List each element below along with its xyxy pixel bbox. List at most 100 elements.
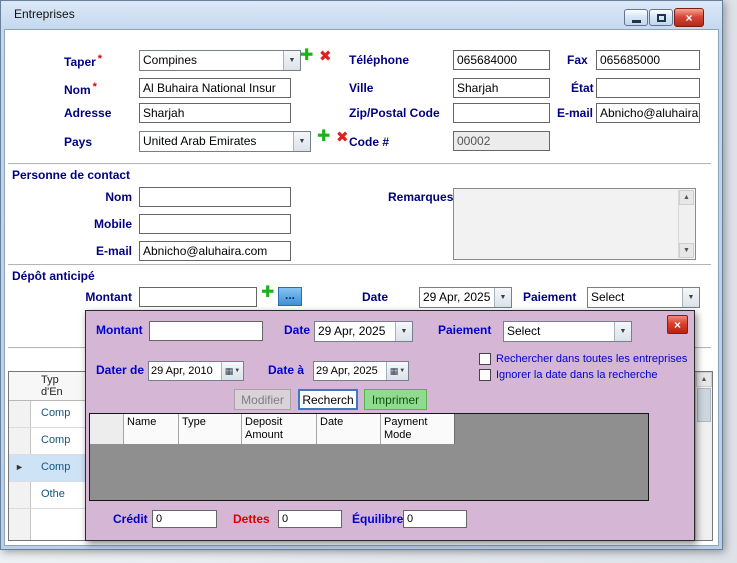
paiement-label: Paiement: [523, 290, 576, 304]
deposit-date-value: 29 Apr, 2025: [420, 288, 494, 307]
contact-mobile-field[interactable]: [139, 214, 291, 234]
contact-nom-field[interactable]: [139, 187, 291, 207]
dialog-montant-field[interactable]: [149, 321, 263, 341]
dettes-field[interactable]: 0: [278, 510, 342, 528]
delete-type-icon[interactable]: ✖: [319, 49, 332, 64]
dialog-montant-label: Montant: [96, 323, 143, 337]
chevron-down-icon: ▼: [399, 368, 405, 374]
fax-label: Fax: [567, 53, 588, 67]
add-deposit-icon[interactable]: ✚: [261, 285, 274, 301]
adresse-label: Adresse: [64, 106, 111, 120]
deposit-date-label: Date: [362, 290, 388, 304]
contact-section-title: Personne de contact: [12, 168, 130, 182]
table-header-deposit-amount[interactable]: Deposit Amount: [242, 414, 317, 444]
etat-label: État: [571, 81, 594, 95]
calendar-icon[interactable]: ▦▼: [386, 362, 408, 380]
remarques-textarea[interactable]: ▲ ▼: [453, 188, 696, 260]
required-asterisk: *: [98, 53, 102, 65]
table-header-name[interactable]: Name: [124, 414, 179, 444]
email-field[interactable]: Abnicho@aluhaira.com: [596, 103, 700, 123]
grid-type-column-header[interactable]: Typ d'En: [41, 374, 63, 398]
scroll-up-icon[interactable]: ▲: [696, 372, 712, 387]
section-divider: [8, 163, 711, 165]
desktop: Entreprises × Taper* Compines ▼ ✚ ✖ Télé…: [0, 0, 737, 563]
checkbox-box[interactable]: [479, 353, 491, 365]
table-header-date[interactable]: Date: [317, 414, 381, 444]
checkbox-all-companies-label: Rechercher dans toutes les entreprises: [496, 353, 687, 365]
add-type-icon[interactable]: ✚: [300, 48, 313, 64]
pays-select[interactable]: United Arab Emirates ▼: [139, 131, 311, 152]
maximize-icon: [657, 14, 666, 22]
fax-field[interactable]: 065685000: [596, 50, 700, 70]
deposit-search-dialog: × Montant Date 29 Apr, 2025 ▼ Paiement S…: [85, 310, 695, 541]
date-a-picker[interactable]: 29 Apr, 2025 ▦▼: [313, 361, 409, 381]
scrollbar-thumb[interactable]: [697, 388, 711, 422]
pays-select-value: United Arab Emirates: [140, 132, 293, 151]
browse-deposits-button[interactable]: ...: [278, 287, 302, 306]
taper-label: Taper*: [64, 53, 102, 69]
date-a-label: Date à: [268, 363, 304, 377]
modifier-button: Modifier: [234, 389, 291, 410]
dialog-paiement-value: Select: [504, 322, 614, 341]
ville-label: Ville: [349, 81, 373, 95]
grid-scrollbar[interactable]: ▲: [695, 372, 712, 540]
ville-field[interactable]: Sharjah: [453, 78, 550, 98]
code-label: Code #: [349, 135, 389, 149]
chevron-down-icon: ▼: [293, 132, 310, 151]
checkbox-all-companies[interactable]: Rechercher dans toutes les entreprises: [479, 353, 687, 365]
table-header-payment-mode[interactable]: Payment Mode: [381, 414, 455, 444]
etat-field[interactable]: [596, 78, 700, 98]
remarques-scrollbar[interactable]: ▲ ▼: [678, 190, 694, 258]
contact-email-field[interactable]: Abnicho@aluhaira.com: [139, 241, 291, 261]
nom-field[interactable]: Al Buhaira National Insur: [139, 78, 291, 98]
zip-field[interactable]: [453, 103, 550, 123]
dialog-paiement-select[interactable]: Select ▼: [503, 321, 632, 342]
add-country-icon[interactable]: ✚: [317, 129, 330, 145]
telephone-label: Téléphone: [349, 53, 409, 67]
contact-mobile-label: Mobile: [58, 217, 132, 231]
remarques-label: Remarques: [388, 190, 453, 204]
paiement-select[interactable]: Select ▼: [587, 287, 700, 308]
minimize-button[interactable]: [624, 9, 648, 26]
recherch-button[interactable]: Recherch: [298, 389, 358, 410]
code-field: 00002: [453, 131, 550, 151]
required-asterisk: *: [93, 81, 97, 93]
calendar-icon[interactable]: ▦▼: [221, 362, 243, 380]
imprimer-button[interactable]: Imprimer: [364, 389, 427, 410]
date-a-value: 29 Apr, 2025: [314, 362, 386, 380]
scroll-up-icon[interactable]: ▲: [679, 190, 694, 205]
contact-email-label: E-mail: [58, 244, 132, 258]
pays-label: Pays: [64, 135, 92, 149]
chevron-down-icon: ▼: [682, 288, 699, 307]
deposit-section-title: Dépôt anticipé: [12, 269, 95, 283]
checkbox-box[interactable]: [479, 369, 491, 381]
telephone-field[interactable]: 065684000: [453, 50, 550, 70]
scroll-down-icon[interactable]: ▼: [679, 243, 694, 258]
checkbox-ignore-date[interactable]: Ignorer la date dans la recherche: [479, 369, 657, 381]
credit-field[interactable]: 0: [152, 510, 217, 528]
contact-nom-label: Nom: [58, 190, 132, 204]
dialog-close-button[interactable]: ×: [667, 315, 688, 334]
dater-de-picker[interactable]: 29 Apr, 2010 ▦▼: [148, 361, 244, 381]
section-divider: [8, 264, 711, 266]
taper-select-value: Compines: [140, 51, 283, 70]
row-selector-icon: ►: [15, 462, 24, 472]
adresse-field[interactable]: Sharjah: [139, 103, 291, 123]
chevron-down-icon: ▼: [614, 322, 631, 341]
deposit-date-select[interactable]: 29 Apr, 2025 ▼: [419, 287, 512, 308]
table-header-type[interactable]: Type: [179, 414, 242, 444]
chevron-down-icon: ▼: [494, 288, 511, 307]
minimize-icon: [632, 20, 641, 23]
maximize-button[interactable]: [649, 9, 673, 26]
dialog-date-select[interactable]: 29 Apr, 2025 ▼: [314, 321, 413, 342]
taper-select[interactable]: Compines ▼: [139, 50, 301, 71]
delete-country-icon[interactable]: ✖: [336, 130, 349, 145]
email-label: E-mail: [557, 106, 593, 120]
close-icon: ×: [674, 318, 681, 332]
equilibre-field[interactable]: 0: [403, 510, 467, 528]
credit-label: Crédit: [113, 512, 148, 526]
table-selector-header: [90, 414, 124, 444]
montant-field[interactable]: [139, 287, 257, 307]
window-close-button[interactable]: ×: [674, 8, 704, 27]
checkbox-ignore-date-label: Ignorer la date dans la recherche: [496, 369, 657, 381]
